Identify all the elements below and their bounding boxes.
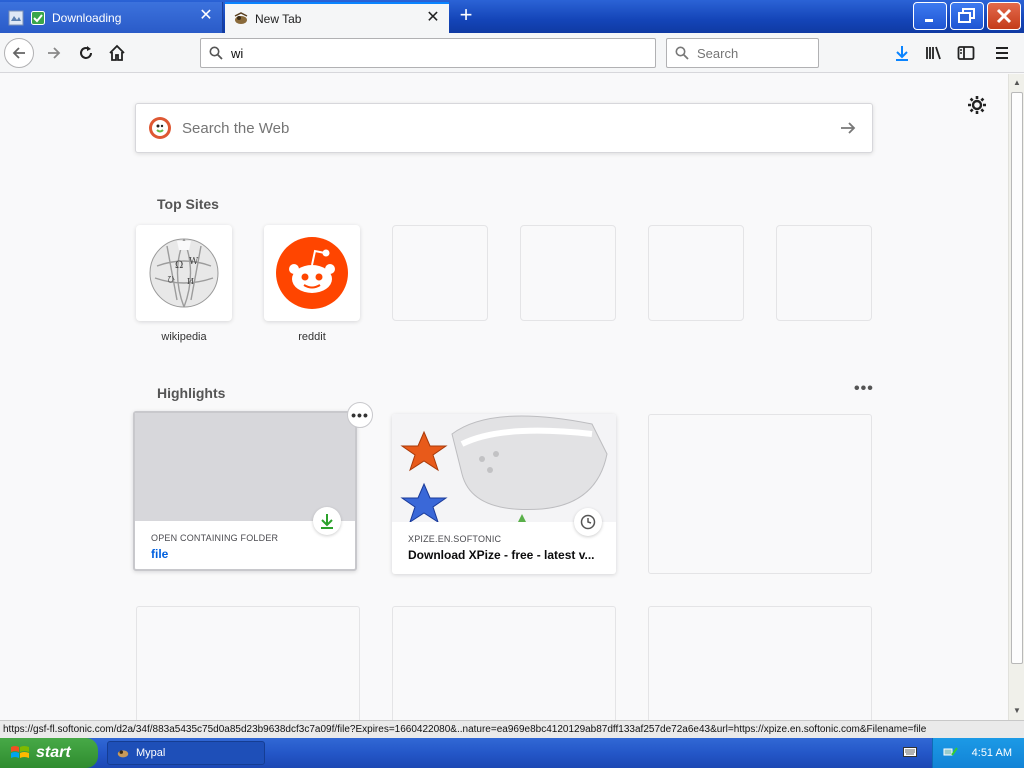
url-bar[interactable] <box>200 38 656 68</box>
highlight-card-empty <box>648 606 872 720</box>
clock[interactable]: 4:51 AM <box>972 747 1012 759</box>
new-tab-button[interactable]: + <box>454 4 478 28</box>
windows-logo-icon <box>11 746 29 758</box>
top-site-wikipedia[interactable]: Ω W ひ И <box>136 225 232 321</box>
top-site-reddit[interactable] <box>264 225 360 321</box>
taskbar-item-mypal[interactable]: Mypal <box>107 741 265 765</box>
highlights-heading: Highlights <box>157 385 226 401</box>
scroll-down-icon[interactable]: ▼ <box>1010 704 1024 718</box>
start-label: start <box>36 744 71 761</box>
windows-taskbar: start Mypal 4:51 AM <box>0 738 1024 768</box>
search-input[interactable] <box>697 45 807 61</box>
sidebar-button[interactable] <box>954 41 978 65</box>
search-icon <box>675 46 689 60</box>
scroll-up-icon[interactable]: ▲ <box>1010 76 1024 90</box>
hamburger-menu-icon <box>996 47 1008 59</box>
search-bar[interactable] <box>666 38 819 68</box>
reload-icon <box>80 46 92 59</box>
highlight-card-empty <box>136 606 360 720</box>
card-title[interactable]: file <box>151 547 347 561</box>
card-thumbnail <box>392 414 616 524</box>
search-icon <box>209 46 223 60</box>
home-button[interactable] <box>101 37 133 69</box>
top-site-empty[interactable] <box>776 225 872 321</box>
tab-new-tab[interactable]: New Tab ✕ <box>225 2 449 33</box>
top-site-empty[interactable] <box>392 225 488 321</box>
highlights-menu-icon[interactable]: ••• <box>854 380 874 398</box>
svg-text:ひ: ひ <box>167 275 175 284</box>
top-site-label: wikipedia <box>161 331 207 343</box>
new-tab-page: Top Sites Ω W ひ И wikipedia reddit <box>0 74 1008 720</box>
duckduckgo-icon <box>149 117 171 139</box>
minimize-button[interactable] <box>913 2 947 30</box>
scrollbar-thumb[interactable] <box>1011 92 1023 664</box>
web-search-input[interactable] <box>182 119 802 137</box>
tab-title: New Tab <box>255 11 302 26</box>
svg-text:W: W <box>189 257 199 267</box>
mypal-icon <box>117 750 129 758</box>
clock-icon <box>580 514 596 530</box>
download-badge <box>313 507 341 535</box>
title-bar: Downloading ✕ New Tab ✕ + <box>0 0 1024 33</box>
close-tab-icon[interactable]: ✕ <box>198 8 214 24</box>
svg-text:Ω: Ω <box>175 260 183 271</box>
downloads-button[interactable] <box>890 41 914 65</box>
navigation-toolbar <box>0 33 1024 73</box>
wikipedia-globe-icon: Ω W ひ И <box>149 238 219 308</box>
library-icon <box>926 46 941 60</box>
download-icon <box>321 514 333 529</box>
menu-button[interactable] <box>990 41 1014 65</box>
top-site-empty[interactable] <box>648 225 744 321</box>
taskbar-item-label: Mypal <box>136 747 166 759</box>
vertical-scrollbar[interactable]: ▲ ▼ <box>1008 74 1024 720</box>
mypal-icon <box>233 11 249 27</box>
top-sites-heading: Top Sites <box>157 196 219 212</box>
web-search-box[interactable] <box>135 103 873 153</box>
arrow-right-icon[interactable] <box>838 118 858 138</box>
tab-title: Downloading <box>52 10 122 25</box>
highlight-card-empty <box>392 606 616 720</box>
home-icon <box>109 44 125 61</box>
start-button[interactable]: start <box>0 738 98 768</box>
top-site-label: reddit <box>298 331 326 343</box>
svg-text:И: И <box>187 277 194 286</box>
sidebar-icon <box>957 46 975 60</box>
arrow-right-icon <box>48 47 61 59</box>
download-icon <box>896 46 908 61</box>
card-context: OPEN CONTAINING FOLDER <box>151 533 279 543</box>
keyboard-icon[interactable] <box>903 746 917 758</box>
clock-badge <box>574 508 602 536</box>
system-tray: 4:51 AM <box>932 738 1024 768</box>
highlight-card-file[interactable]: OPEN CONTAINING FOLDER file <box>133 411 357 571</box>
restore-button[interactable] <box>950 2 984 30</box>
tab-downloading[interactable]: Downloading ✕ <box>0 2 223 33</box>
checkbox-icon <box>30 10 46 26</box>
card-thumbnail <box>135 413 355 521</box>
network-icon <box>943 747 958 756</box>
reddit-alien-icon <box>276 237 348 309</box>
library-button[interactable] <box>922 41 946 65</box>
forward-button[interactable] <box>38 37 70 69</box>
url-input[interactable] <box>231 45 611 61</box>
reload-button[interactable] <box>70 37 102 69</box>
settings-gear-icon[interactable] <box>966 94 988 116</box>
close-window-button[interactable] <box>987 2 1021 30</box>
back-button[interactable] <box>4 38 34 68</box>
highlight-card-xpize[interactable]: XPIZE.EN.SOFTONIC Download XPize - free … <box>392 414 616 574</box>
card-context: XPIZE.EN.SOFTONIC <box>408 534 502 544</box>
highlight-card-empty <box>648 414 872 574</box>
status-bar: https://gsf-fl.softonic.com/d2a/34f/883a… <box>0 720 1024 738</box>
card-context-menu-button[interactable]: ••• <box>347 402 373 428</box>
card-title[interactable]: Download XPize - free - latest v... <box>408 548 604 562</box>
page-icon <box>8 10 24 26</box>
arrow-left-icon <box>12 47 25 59</box>
top-site-empty[interactable] <box>520 225 616 321</box>
close-tab-icon[interactable]: ✕ <box>425 10 441 26</box>
